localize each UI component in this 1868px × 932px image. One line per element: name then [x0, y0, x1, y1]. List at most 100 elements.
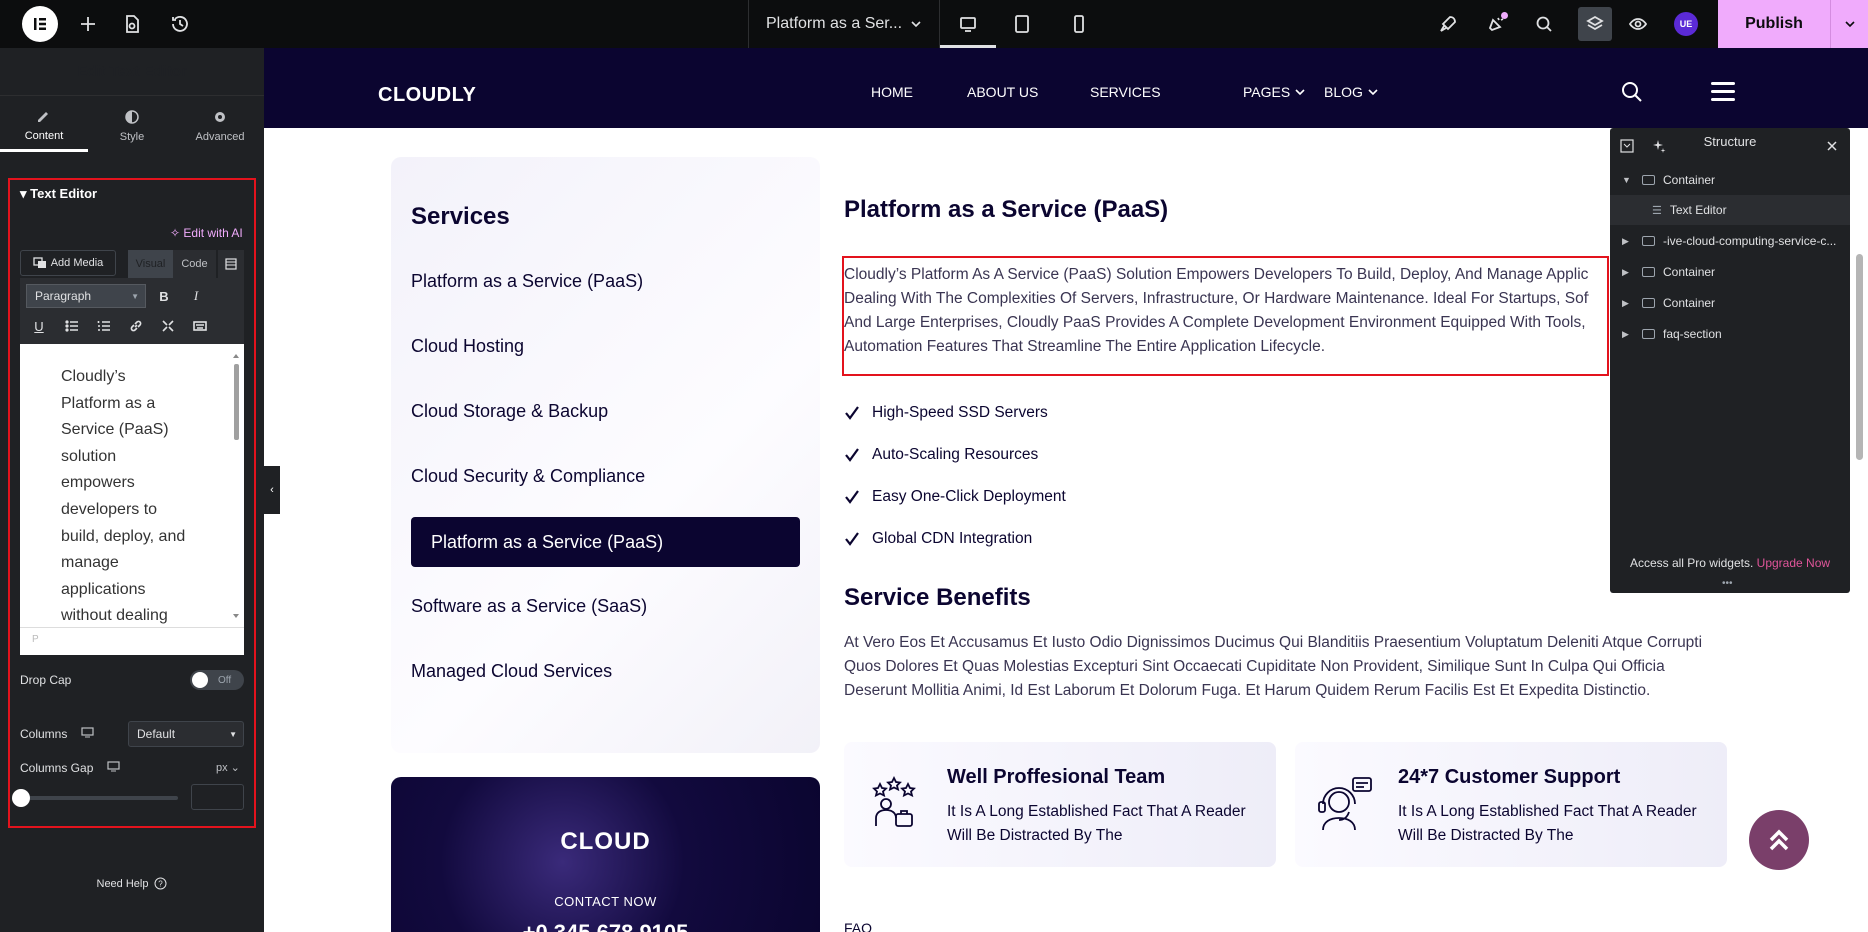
- caret-down-icon[interactable]: ▼: [1622, 175, 1632, 185]
- container-icon: [1642, 236, 1655, 246]
- text-editor-icon: ☰: [1652, 204, 1662, 217]
- service-link-active[interactable]: Platform as a Service (PaaS): [411, 517, 800, 567]
- section-toggle[interactable]: ▾ Text Editor: [20, 186, 97, 202]
- elementor-logo-button[interactable]: [22, 6, 58, 42]
- nav-blog[interactable]: BLOG: [1324, 84, 1379, 100]
- publish-button[interactable]: Publish: [1718, 0, 1830, 48]
- visual-editor-body[interactable]: Cloudly’s Platform as a Service (PaaS) s…: [20, 344, 244, 627]
- hamburger-menu-icon[interactable]: [1711, 82, 1735, 102]
- site-logo[interactable]: CLOUDLY: [378, 84, 476, 107]
- desktop-icon[interactable]: [956, 12, 980, 36]
- collapse-panel-button[interactable]: ‹: [264, 466, 280, 514]
- slider-handle[interactable]: [12, 789, 30, 807]
- structure-row-container[interactable]: ▶ Container: [1610, 257, 1850, 287]
- structure-row-faq[interactable]: ▶ faq-section: [1610, 319, 1850, 349]
- bullet-list-icon[interactable]: [60, 314, 84, 338]
- service-link[interactable]: Software as a Service (SaaS): [411, 596, 647, 617]
- bold-icon[interactable]: B: [152, 284, 176, 308]
- structure-row-container[interactable]: ▶ Container: [1610, 288, 1850, 318]
- service-link[interactable]: Platform as a Service (PaaS): [411, 271, 643, 292]
- user-avatar[interactable]: UE: [1674, 12, 1698, 36]
- feature-item: Global CDN Integration: [844, 530, 1032, 548]
- benefit-card-title: Well Proffesional Team: [947, 766, 1166, 788]
- caret-right-icon[interactable]: ▶: [1622, 236, 1632, 247]
- caret-right-icon[interactable]: ▶: [1622, 329, 1632, 340]
- format-value: Paragraph: [35, 289, 92, 303]
- cta-subtitle: CONTACT NOW: [554, 894, 657, 909]
- italic-icon[interactable]: I: [184, 284, 208, 308]
- toolbar-toggle-icon[interactable]: [218, 250, 244, 278]
- nav-home[interactable]: HOME: [871, 84, 913, 100]
- chevron-down-icon: [1295, 89, 1305, 96]
- need-help-link[interactable]: Need Help ?: [0, 877, 264, 890]
- tab-advanced[interactable]: Advanced: [176, 100, 264, 152]
- toggle-state: Off: [218, 674, 232, 686]
- add-element-icon[interactable]: [76, 12, 100, 36]
- service-link[interactable]: Cloud Security & Compliance: [411, 466, 645, 487]
- pro-notice-text: Access all Pro widgets.: [1629, 556, 1754, 570]
- desktop-icon[interactable]: [81, 727, 94, 738]
- svg-text:?: ?: [159, 880, 164, 889]
- keyboard-icon[interactable]: [188, 314, 212, 338]
- numbered-list-icon[interactable]: [92, 314, 116, 338]
- drop-cap-toggle[interactable]: Off: [190, 670, 244, 690]
- desktop-icon[interactable]: [107, 761, 120, 772]
- whats-new-icon[interactable]: [1484, 12, 1508, 36]
- columns-gap-label: Columns Gap: [20, 761, 94, 775]
- site-search-icon[interactable]: [1620, 80, 1644, 104]
- editor-line: applications: [61, 580, 146, 598]
- service-link[interactable]: Cloud Hosting: [411, 336, 524, 357]
- columns-gap-input[interactable]: [191, 784, 244, 810]
- cta-phone[interactable]: +0 345 678 9105: [391, 920, 820, 932]
- tab-style[interactable]: Style: [88, 100, 176, 152]
- columns-gap-slider[interactable]: [20, 796, 178, 800]
- launch-rocket-icon[interactable]: [1436, 12, 1460, 36]
- caret-right-icon[interactable]: ▶: [1622, 267, 1632, 278]
- paragraph-format-select[interactable]: Paragraph ▼: [26, 284, 146, 308]
- tab-content[interactable]: Content: [0, 100, 88, 152]
- upgrade-now-link[interactable]: Upgrade Now: [1757, 556, 1830, 570]
- editor-tab-visual[interactable]: Visual: [128, 250, 173, 278]
- preview-eye-icon[interactable]: [1626, 12, 1650, 36]
- checkmark-icon: [845, 448, 859, 462]
- scroll-to-top-button[interactable]: [1749, 810, 1809, 870]
- structure-layers-icon[interactable]: [1578, 7, 1612, 41]
- editor-tab-code[interactable]: Code: [173, 250, 216, 278]
- container-icon: [1642, 267, 1655, 277]
- page-scrollbar[interactable]: [1856, 254, 1863, 460]
- publish-options-button[interactable]: [1830, 0, 1868, 48]
- link-icon[interactable]: [124, 314, 148, 338]
- chevron-down-icon: [1844, 21, 1855, 28]
- structure-row-section[interactable]: ▶ -ive-cloud-computing-service-c...: [1610, 226, 1850, 256]
- editor-scrollbar[interactable]: [231, 350, 241, 622]
- benefit-card-text: It Is A Long Established Fact That A Rea…: [947, 803, 1246, 844]
- resize-handle-icon[interactable]: •••: [1722, 578, 1733, 589]
- page-title-dropdown[interactable]: Platform as a Ser...: [748, 0, 940, 48]
- nav-pages[interactable]: PAGES: [1243, 84, 1306, 100]
- columns-select[interactable]: Default ▼: [128, 721, 244, 747]
- close-icon[interactable]: [1826, 140, 1838, 152]
- customer-support-icon: [1318, 777, 1372, 831]
- nav-services[interactable]: SERVICES: [1090, 84, 1161, 100]
- caret-right-icon[interactable]: ▶: [1622, 298, 1632, 309]
- service-link[interactable]: Cloud Storage & Backup: [411, 401, 608, 422]
- faq-heading-peek: FAQ: [844, 920, 873, 932]
- page-settings-icon[interactable]: [120, 12, 144, 36]
- fullscreen-icon[interactable]: [156, 314, 180, 338]
- service-link[interactable]: Managed Cloud Services: [411, 661, 612, 682]
- structure-row-text-editor[interactable]: ☰ Text Editor: [1610, 195, 1850, 225]
- search-icon[interactable]: [1532, 12, 1556, 36]
- structure-row-label: Container: [1663, 173, 1716, 187]
- mobile-icon[interactable]: [1067, 12, 1091, 36]
- history-icon[interactable]: [168, 12, 192, 36]
- nav-about[interactable]: ABOUT US: [967, 84, 1038, 100]
- add-media-button[interactable]: Add Media: [20, 250, 116, 276]
- edit-with-ai-link[interactable]: ✧ Edit with AI: [170, 226, 243, 240]
- structure-title: Structure: [1703, 134, 1757, 149]
- gear-icon: [215, 112, 225, 122]
- nav-label: HOME: [871, 84, 913, 100]
- structure-row-container[interactable]: ▼ Container: [1610, 165, 1850, 195]
- underline-icon[interactable]: U: [27, 314, 51, 338]
- unit-select[interactable]: px ⌄: [216, 761, 240, 774]
- tablet-icon[interactable]: [1010, 12, 1034, 36]
